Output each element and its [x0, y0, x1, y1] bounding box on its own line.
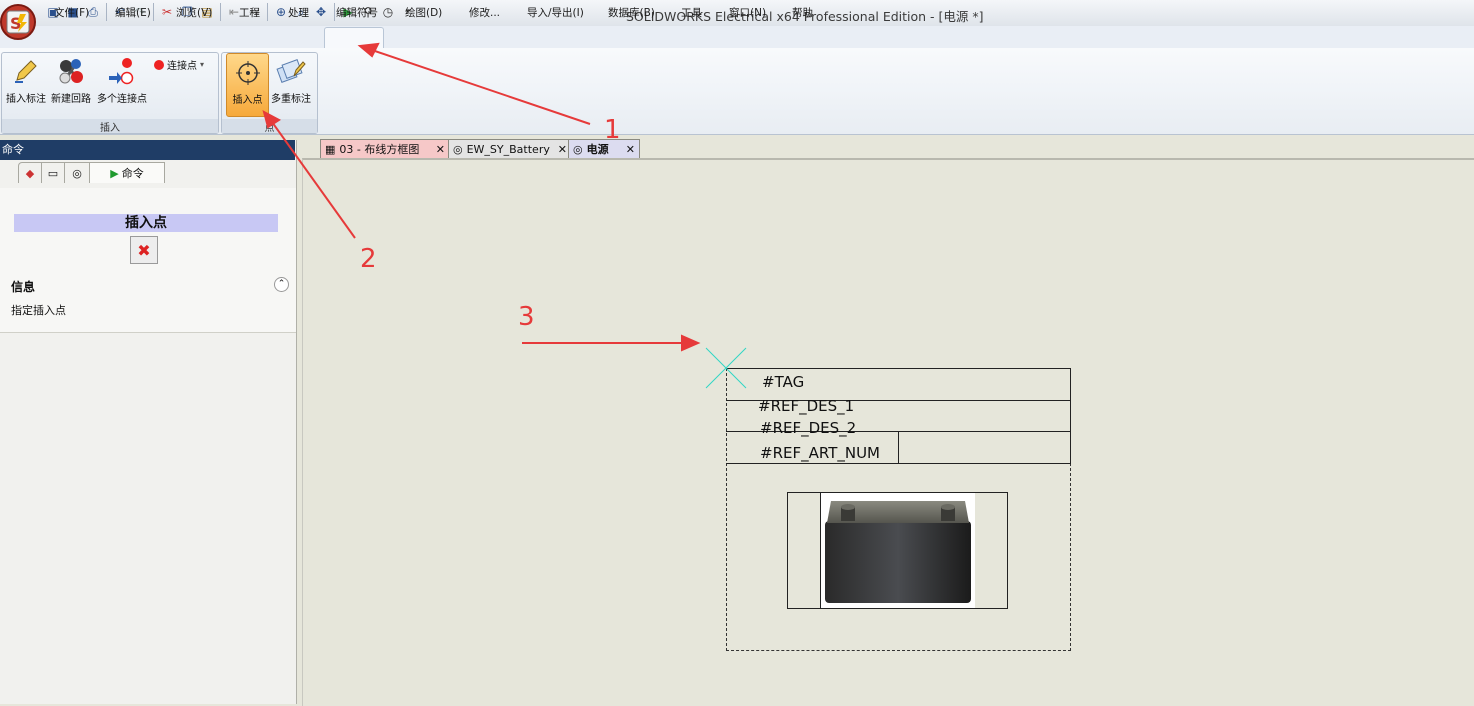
menu-database[interactable]: 数据库(B)	[608, 5, 655, 20]
play-icon: ▶	[110, 166, 119, 180]
info-text: 指定插入点	[11, 304, 66, 317]
annotation-number-3: 3	[518, 302, 535, 332]
collapse-icon[interactable]: ⌃	[274, 277, 289, 292]
tab-symbols[interactable]: ◎	[64, 162, 90, 183]
ref-des-2-attribute[interactable]: #REF_DES_2	[760, 419, 856, 437]
separator	[153, 3, 154, 21]
menu-project[interactable]: 工程	[239, 5, 260, 20]
frame-line	[1070, 368, 1071, 464]
group-label: 点	[222, 119, 317, 134]
menu-bar	[0, 26, 1474, 48]
menu-help[interactable]: 帮助	[792, 5, 813, 20]
frame-line	[898, 431, 899, 463]
symbol-icon: ◎	[72, 166, 82, 180]
command-title: 插入点	[14, 214, 278, 232]
annotation-number-1: 1	[604, 115, 621, 145]
file-icon: ▭	[47, 166, 59, 180]
ref-art-num-attribute[interactable]: #REF_ART_NUM	[760, 444, 880, 462]
multi-label-button[interactable]: 多重标注	[269, 56, 313, 105]
insert-point-text: 插入点	[232, 95, 263, 106]
frame-line	[726, 463, 1071, 464]
doc-tab-battery[interactable]: ◎ EW_SY_Battery ✕	[448, 139, 572, 158]
menu-view[interactable]: 浏览(V)	[176, 5, 212, 20]
menu-modify[interactable]: 修改...	[469, 5, 500, 20]
panel-header: 命令	[0, 140, 295, 160]
tab-files[interactable]: ▭	[41, 162, 65, 183]
separator	[106, 3, 107, 21]
red-dot-icon	[154, 59, 164, 70]
diagram-icon: ▦	[325, 142, 336, 156]
active-tab-background	[324, 27, 384, 50]
components-icon: ◆	[25, 166, 35, 180]
tag-attribute[interactable]: #TAG	[762, 373, 804, 391]
insertion-cursor-icon	[705, 347, 747, 389]
multiple-connection-points-button[interactable]: 多个连接点	[96, 56, 148, 105]
doc-tab-block-diagram[interactable]: ▦ 03 - 布线方框图 ✕	[320, 139, 450, 158]
cut-icon[interactable]: ✂	[158, 3, 176, 21]
menu-edit-symbol[interactable]: 编辑符号	[336, 5, 378, 20]
pan-icon[interactable]: ✥	[312, 3, 330, 21]
group-label: 插入	[2, 119, 218, 134]
frame-line	[726, 368, 1071, 369]
symbol-icon: ◎	[573, 142, 583, 156]
connection-point-button[interactable]: 连接点 ▾	[154, 57, 204, 72]
pencil-icon	[11, 56, 41, 86]
menu-tools[interactable]: 工具	[681, 5, 702, 20]
close-icon: ✖	[137, 240, 151, 260]
new-circuit-text: 新建回路	[51, 94, 91, 105]
close-icon[interactable]: ✕	[626, 143, 635, 156]
separator	[334, 3, 335, 21]
menu-window[interactable]: 窗口(N)	[729, 5, 766, 20]
tab-command[interactable]: ▶ 命令	[89, 162, 165, 183]
target-icon	[233, 58, 263, 88]
battery-icon	[821, 493, 975, 608]
multi-label-text: 多重标注	[271, 94, 311, 105]
multi-pencil-icon	[276, 56, 306, 86]
menu-import-export[interactable]: 导入/导出(I)	[527, 5, 584, 20]
connection-points-icon	[107, 56, 137, 86]
multiple-points-text: 多个连接点	[97, 94, 147, 105]
doc-tab-label: EW_SY_Battery	[466, 142, 550, 156]
panel-tabs: ◆ ▭ ◎ ▶ 命令	[0, 162, 296, 184]
ref-des-1-attribute[interactable]: #REF_DES_1	[758, 397, 854, 415]
menu-edit[interactable]: 编辑(E)	[115, 5, 151, 20]
clock-icon[interactable]: ◷	[379, 3, 397, 21]
insert-point-button[interactable]: 插入点	[226, 53, 269, 117]
menu-file[interactable]: 文件(F)	[54, 5, 89, 20]
separator	[267, 3, 268, 21]
cancel-button[interactable]: ✖	[130, 236, 158, 264]
insert-label-text: 插入标注	[6, 94, 46, 105]
tab-command-label: 命令	[121, 167, 144, 180]
close-icon[interactable]: ✕	[558, 143, 567, 156]
molecule-icon	[56, 56, 86, 86]
solidworks-logo-icon[interactable]: S	[0, 2, 38, 42]
separator	[220, 3, 221, 21]
chevron-down-icon: ▾	[200, 60, 205, 69]
info-label: 信息	[11, 280, 36, 294]
symbol-icon: ◎	[453, 142, 463, 156]
insert-label-button[interactable]: 插入标注	[5, 56, 47, 105]
tab-components[interactable]: ◆	[18, 162, 42, 183]
menu-process[interactable]: 处理	[288, 5, 309, 20]
close-icon[interactable]: ✕	[436, 143, 445, 156]
panel-header-title: 命令	[2, 143, 24, 156]
connection-point-text: 连接点	[167, 61, 197, 72]
doc-tab-label: 03 - 布线方框图	[339, 143, 420, 156]
annotation-number-2: 2	[360, 244, 377, 274]
menu-draw[interactable]: 绘图(D)	[405, 5, 442, 20]
new-circuit-button[interactable]: 新建回路	[50, 56, 92, 105]
